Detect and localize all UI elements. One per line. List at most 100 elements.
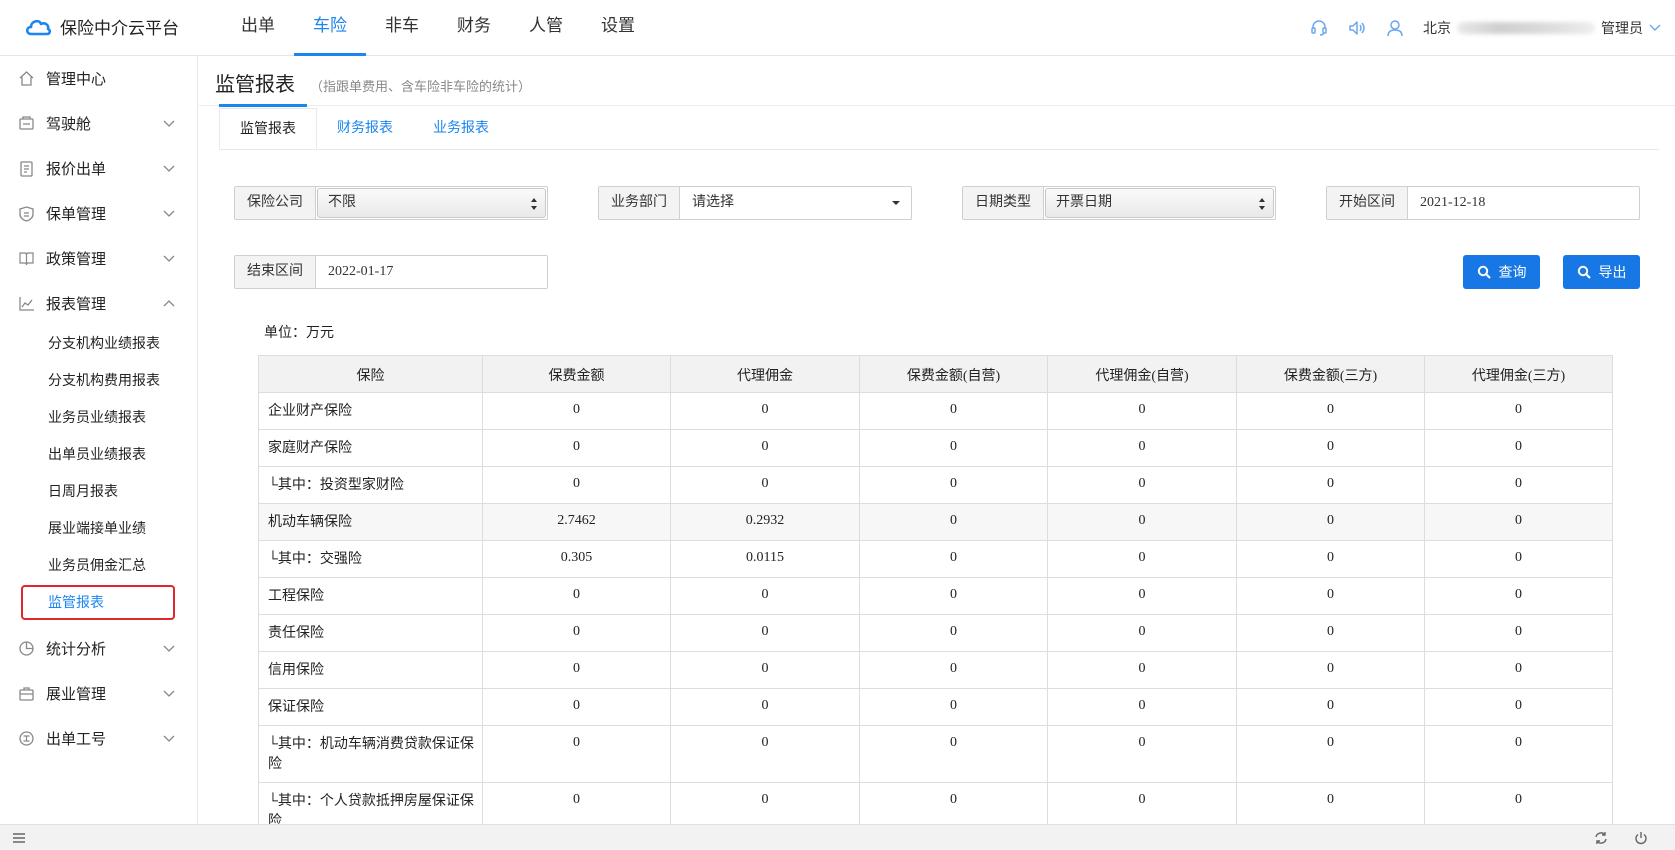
row-label-cell: └其中：机动车辆消费贷款保证保险 — [258, 725, 483, 783]
top-nav-chudan[interactable]: 出单 — [222, 0, 294, 56]
value-cell: 0 — [1047, 651, 1237, 689]
sidebar-subitem-commission-summary[interactable]: 业务员佣金汇总 — [0, 548, 197, 585]
app-logo[interactable]: 保险中介云平台 — [24, 14, 179, 39]
value-cell: 0 — [670, 651, 860, 689]
value-cell: 0 — [482, 466, 671, 504]
user-org: 北京 — [1423, 22, 1451, 37]
table-row: 信用保险 0 0 0 0 0 0 — [258, 651, 1613, 689]
col-header: 代理佣金(自营) — [1047, 355, 1237, 393]
value-cell: 0 — [1424, 429, 1613, 467]
sidebar-item-issuer-accounts[interactable]: 出单工号 — [0, 716, 197, 761]
filter-start-date: 开始区间 2021-12-18 — [1326, 186, 1640, 220]
sidebar-item-reports[interactable]: 报表管理 — [0, 281, 197, 326]
menu-icon[interactable] — [12, 831, 26, 845]
value-cell: 0 — [1236, 466, 1425, 504]
department-select[interactable]: 请选择 — [680, 187, 911, 219]
table-row: 家庭财产保险 0 0 0 0 0 0 — [258, 429, 1613, 467]
tab-business[interactable]: 业务报表 — [413, 108, 509, 149]
refresh-icon[interactable] — [1594, 831, 1608, 845]
sidebar-subitem-salesman-performance[interactable]: 业务员业绩报表 — [0, 400, 197, 437]
power-icon[interactable] — [1634, 831, 1648, 845]
value-cell: 0 — [670, 577, 860, 615]
value-cell: 0 — [482, 725, 671, 783]
briefcase-icon — [19, 687, 34, 701]
row-label-cell: 家庭财产保险 — [258, 429, 483, 467]
company-select[interactable]: 不限 — [317, 188, 546, 218]
value-cell: 0 — [1047, 503, 1237, 541]
tab-regulatory[interactable]: 监管报表 — [219, 108, 317, 149]
row-label-cell: 保证保险 — [258, 688, 483, 726]
sidebar-subitem-branch-expense[interactable]: 分支机构费用报表 — [0, 363, 197, 400]
value-cell: 0 — [670, 782, 860, 824]
sidebar: 管理中心 驾驶舱 报价出单 保单管理 政策管理 报表管理 分支机构业绩报表 分支… — [0, 56, 198, 824]
sidebar-item-management-center[interactable]: 管理中心 — [0, 56, 197, 101]
value-cell: 0 — [859, 466, 1048, 504]
start-date-input[interactable]: 2021-12-18 — [1408, 187, 1639, 219]
value-cell: 0 — [670, 429, 860, 467]
value-cell: 0 — [1424, 782, 1613, 824]
redacted-text — [1457, 22, 1595, 34]
value-cell: 0 — [1236, 651, 1425, 689]
value-cell: 0 — [1047, 782, 1237, 824]
sidebar-item-policy[interactable]: 保单管理 — [0, 191, 197, 236]
sidebar-subitem-mobile-orders[interactable]: 展业端接单业绩 — [0, 511, 197, 548]
top-nav-caiwu[interactable]: 财务 — [438, 0, 510, 56]
app-title: 保险中介云平台 — [60, 19, 179, 38]
sidebar-item-label: 统计分析 — [46, 642, 107, 658]
page-subtitle: （指跟单费用、含车险非车险的统计） — [310, 79, 532, 94]
sidebar-item-label: 报表管理 — [46, 297, 107, 313]
headset-icon[interactable] — [1309, 18, 1329, 38]
value-cell: 0 — [1236, 688, 1425, 726]
col-header: 保费金额(自营) — [859, 355, 1048, 393]
top-nav-shezhi[interactable]: 设置 — [582, 0, 654, 56]
chevron-down-icon — [1649, 24, 1661, 31]
top-nav-renguan[interactable]: 人管 — [510, 0, 582, 56]
value-cell: 0 — [670, 688, 860, 726]
row-label-cell: 责任保险 — [258, 614, 483, 652]
end-date-input[interactable]: 2022-01-17 — [316, 256, 547, 288]
tab-finance[interactable]: 财务报表 — [317, 108, 413, 149]
value-cell: 0 — [1047, 577, 1237, 615]
user-menu[interactable]: 北京 管理员 — [1423, 18, 1661, 38]
top-nav-chexian[interactable]: 车险 — [294, 0, 366, 56]
value-cell: 0 — [1424, 540, 1613, 578]
table-row: └其中：个人贷款抵押房屋保证保险 0 0 0 0 0 0 — [258, 782, 1613, 824]
sidebar-subitem-issuer-performance[interactable]: 出单员业绩报表 — [0, 437, 197, 474]
value-cell: 0 — [859, 392, 1048, 430]
sidebar-item-sales-management[interactable]: 展业管理 — [0, 671, 197, 716]
chevron-up-icon — [163, 300, 175, 307]
user-icon[interactable] — [1385, 18, 1405, 38]
filter-label: 日期类型 — [963, 187, 1044, 219]
sidebar-item-statistics[interactable]: 统计分析 — [0, 626, 197, 671]
sidebar-item-label: 管理中心 — [46, 72, 107, 88]
chevron-down-icon — [163, 255, 175, 262]
sidebar-item-cockpit[interactable]: 驾驶舱 — [0, 101, 197, 146]
table-row: 工程保险 0 0 0 0 0 0 — [258, 577, 1613, 615]
sidebar-item-rules[interactable]: 政策管理 — [0, 236, 197, 281]
value-cell: 0 — [1047, 614, 1237, 652]
col-header: 代理佣金(三方) — [1424, 355, 1613, 393]
sidebar-subitem-periodic-report[interactable]: 日周月报表 — [0, 474, 197, 511]
query-button-label: 查询 — [1498, 266, 1527, 281]
row-label-cell: └其中：交强险 — [258, 540, 483, 578]
row-label-cell: └其中：个人贷款抵押房屋保证保险 — [258, 782, 483, 824]
value-cell: 0 — [859, 429, 1048, 467]
sidebar-subitem-branch-performance[interactable]: 分支机构业绩报表 — [0, 326, 197, 363]
value-cell: 0 — [1047, 429, 1237, 467]
date-type-select[interactable]: 开票日期 — [1045, 188, 1274, 218]
sidebar-item-quote[interactable]: 报价出单 — [0, 146, 197, 191]
bottom-bar — [0, 824, 1675, 850]
top-nav-feiche[interactable]: 非车 — [366, 0, 438, 56]
value-cell: 0 — [482, 688, 671, 726]
speaker-icon[interactable] — [1347, 18, 1367, 38]
value-cell: 0 — [859, 577, 1048, 615]
top-right-tools: 北京 管理员 — [1309, 0, 1661, 56]
chevron-down-icon — [163, 210, 175, 217]
value-cell: 0 — [1047, 688, 1237, 726]
export-button[interactable]: 导出 — [1563, 255, 1640, 289]
shield-icon — [19, 206, 34, 222]
row-label-cell: └其中：投资型家财险 — [258, 466, 483, 504]
export-button-label: 导出 — [1598, 266, 1627, 281]
query-button[interactable]: 查询 — [1463, 255, 1540, 289]
value-cell: 0 — [1424, 651, 1613, 689]
